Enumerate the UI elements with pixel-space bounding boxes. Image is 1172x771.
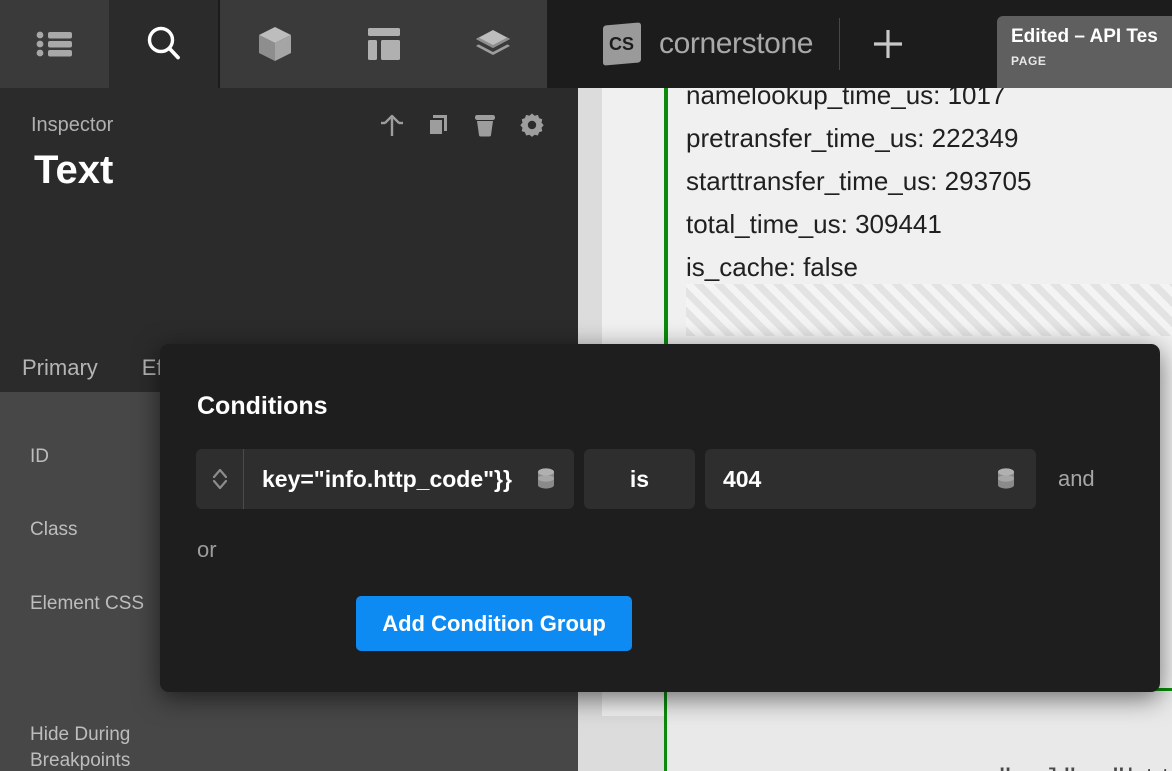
- selected-element-outline[interactable]: [664, 688, 1172, 771]
- tool-button-group: [0, 0, 547, 88]
- plus-icon: [868, 24, 908, 64]
- move-up-icon[interactable]: [379, 112, 405, 138]
- box-icon: [257, 25, 293, 63]
- stat-line: total_time_us: 309441: [686, 203, 1172, 246]
- conditions-modal-title: Conditions: [197, 392, 328, 421]
- page-tab-subtitle: PAGE: [1011, 54, 1172, 68]
- page-tab[interactable]: Edited – API Tes PAGE: [997, 16, 1172, 88]
- field-label-class: Class: [30, 517, 78, 543]
- inspector-header: Inspector Text: [0, 88, 578, 306]
- condition-value-text: 404: [723, 466, 761, 493]
- stat-line: starttransfer_time_us: 293705: [686, 160, 1172, 203]
- layers-icon: [474, 28, 512, 60]
- tool-button-layout[interactable]: [329, 0, 438, 88]
- stats-block: namelookup_time_us: 1017 pretransfer_tim…: [686, 88, 1172, 289]
- stat-line: is_cache: false: [686, 246, 1172, 289]
- condition-operator-value: is: [630, 466, 649, 493]
- condition-key-value: key="info.http_code"}}: [262, 466, 512, 493]
- add-condition-group-button[interactable]: Add Condition Group: [356, 596, 632, 651]
- url-code-snippet: "url": "htt: [997, 766, 1172, 771]
- trash-icon[interactable]: [473, 112, 497, 138]
- brand-area: CS cornerstone: [547, 0, 914, 88]
- top-toolbar: CS cornerstone Edited – API Tes PAGE: [0, 0, 1172, 88]
- cornerstone-logo-badge: CS: [603, 22, 641, 65]
- condition-conjunction-and[interactable]: and: [1058, 466, 1095, 492]
- conditions-modal: Conditions key="info.http_code"}}: [160, 344, 1160, 692]
- brand-divider: [839, 18, 840, 70]
- stat-line: namelookup_time_us: 1017: [686, 88, 1172, 117]
- database-icon[interactable]: [534, 466, 558, 492]
- layout-icon: [367, 27, 401, 61]
- gear-icon[interactable]: [519, 112, 545, 138]
- chevron-updown-icon: [210, 466, 230, 492]
- field-label-hide-during-breakpoints: Hide During Breakpoints: [30, 722, 180, 771]
- inspector-actions: [379, 112, 545, 138]
- tool-button-list[interactable]: [0, 0, 109, 88]
- tool-button-elements[interactable]: [220, 0, 329, 88]
- inspector-title: Text: [34, 148, 113, 193]
- placeholder-hatch-area: [686, 284, 1172, 336]
- tool-button-layers[interactable]: [438, 0, 547, 88]
- database-icon[interactable]: [994, 466, 1018, 492]
- tool-button-search[interactable]: [109, 0, 218, 88]
- condition-key-group: key="info.http_code"}}: [196, 449, 574, 509]
- field-label-id: ID: [30, 444, 49, 470]
- copy-icon[interactable]: [427, 112, 451, 138]
- condition-operator-select[interactable]: is: [584, 449, 695, 509]
- condition-conjunction-or[interactable]: or: [197, 537, 217, 563]
- inspector-label: Inspector: [31, 114, 113, 137]
- stat-line: pretransfer_time_us: 222349: [686, 117, 1172, 160]
- app-root: CS cornerstone Edited – API Tes PAGE nam…: [0, 0, 1172, 771]
- condition-row: key="info.http_code"}} is 404: [196, 449, 1095, 509]
- cornerstone-logo-text: CS: [609, 34, 634, 55]
- search-icon: [144, 24, 184, 64]
- condition-swap-button[interactable]: [196, 449, 244, 509]
- tab-primary[interactable]: Primary: [0, 344, 120, 392]
- brand-name: cornerstone: [659, 27, 813, 61]
- field-label-element-css: Element CSS: [30, 591, 144, 617]
- list-icon: [36, 30, 74, 58]
- page-tab-title: Edited – API Tes: [1011, 26, 1172, 48]
- condition-value-input[interactable]: 404: [705, 449, 1036, 509]
- add-page-button[interactable]: [862, 18, 914, 70]
- condition-key-input-wrap[interactable]: key="info.http_code"}}: [244, 466, 574, 493]
